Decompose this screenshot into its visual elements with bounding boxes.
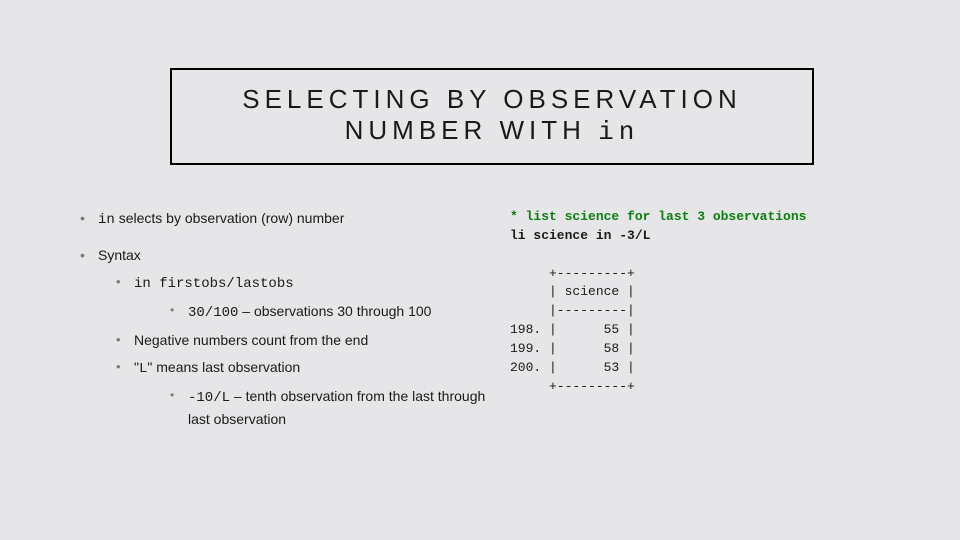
bullet-1: in selects by observation (row) number <box>80 208 510 231</box>
bullet-2-text: Syntax <box>98 247 141 263</box>
bullet-1-text: selects by observation (row) number <box>115 210 345 226</box>
output-line: +---------+ <box>510 379 635 394</box>
bullet-6: "L" means last observation -10/L – tenth… <box>116 357 510 430</box>
example-neg: -10/L <box>188 390 230 406</box>
bullet-column: in selects by observation (row) number S… <box>80 208 510 444</box>
bullet-5-text: Negative numbers count from the end <box>134 332 368 348</box>
bullet-4-text: – observations 30 through 100 <box>238 303 431 319</box>
bullet-6-text: " means last observation <box>147 359 300 375</box>
bullet-4: 30/100 – observations 30 through 100 <box>170 301 510 324</box>
slide-title: SELECTING BY OBSERVATION NUMBER WITH in <box>170 68 814 165</box>
output-line: 198. | 55 | <box>510 322 635 337</box>
code-command: li science in -3/L <box>510 228 650 243</box>
output-line: | science | <box>510 284 635 299</box>
bullet-5: Negative numbers count from the end <box>116 330 510 351</box>
output-line: +---------+ <box>510 266 635 281</box>
syntax-pattern: in firstobs/lastobs <box>134 276 294 292</box>
code-comment: * list science for last 3 observations <box>510 209 806 224</box>
code-column: * list science for last 3 observations l… <box>510 208 900 444</box>
output-line: 200. | 53 | <box>510 360 635 375</box>
bullet-3: in firstobs/lastobs 30/100 – observation… <box>116 272 510 324</box>
example-range: 30/100 <box>188 305 238 321</box>
output-line: 199. | 58 | <box>510 341 635 356</box>
output-line: |---------| <box>510 303 635 318</box>
title-keyword: in <box>598 117 639 147</box>
kw-in: in <box>98 212 115 228</box>
title-line1: SELECTING BY OBSERVATION <box>242 84 742 114</box>
title-line2a: NUMBER WITH <box>345 115 599 145</box>
bullet-7: -10/L – tenth observation from the last … <box>170 386 510 430</box>
bullet-2: Syntax in firstobs/lastobs 30/100 – obse… <box>80 245 510 430</box>
bullet-7-text: – tenth observation from the last throug… <box>188 388 485 427</box>
